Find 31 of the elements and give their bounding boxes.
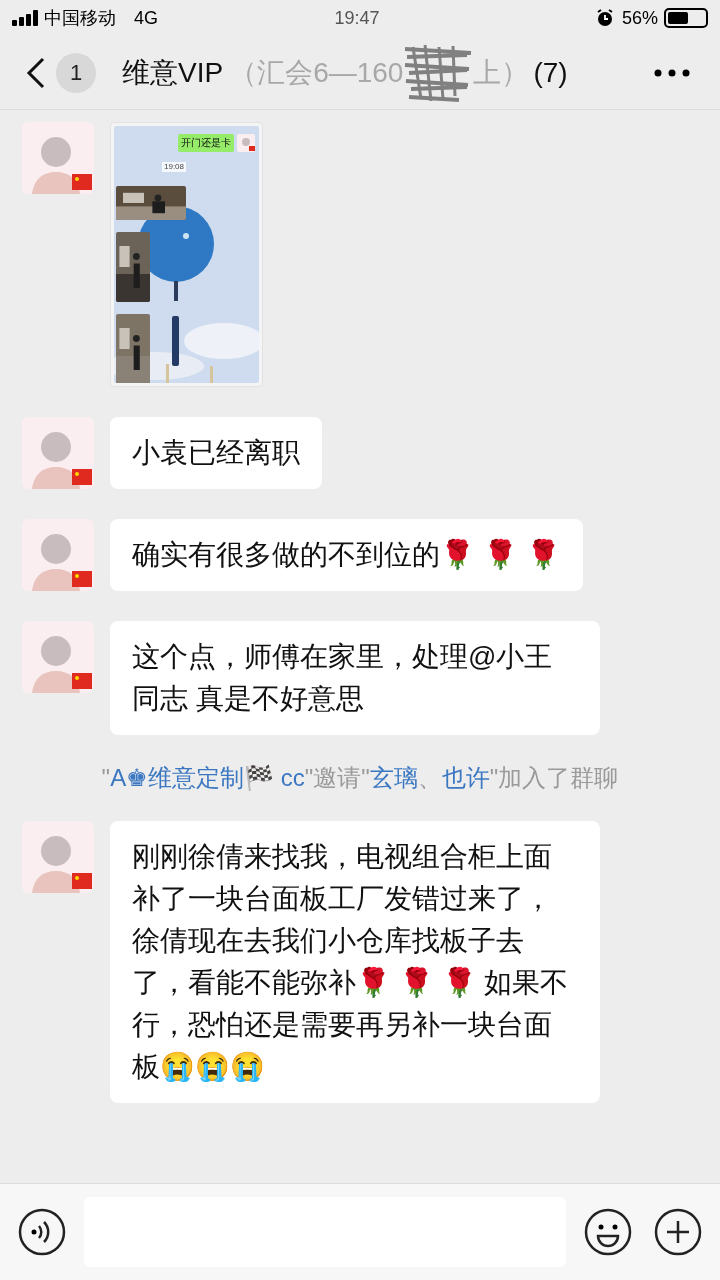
network-type: 4G <box>134 6 158 30</box>
avatar[interactable] <box>22 519 94 591</box>
member-name-link[interactable]: 玄璃 <box>369 764 418 791</box>
chat-title: 维意VIP <box>122 55 224 90</box>
chat-title-faded: （汇会6—160 <box>229 55 404 90</box>
more-icon[interactable] <box>654 68 690 77</box>
message-bubble: 刚刚徐倩来找我，电视组合柜上面补了一块台面板工厂发错过来了，徐倩现在去我们小仓库找板子去了，看能不能弥补🌹 🌹 🌹 如果不行，恐怕还是需要再另补一块台面板😭😭😭 <box>110 821 600 1103</box>
avatar[interactable] <box>22 122 94 194</box>
system-message: "A♚维意定制🏁 cc"邀请"玄璃、也许"加入了群聊 <box>101 763 619 793</box>
battery-icon <box>664 8 708 28</box>
alarm-icon <box>595 9 614 27</box>
clock-time: 19:47 <box>334 6 380 30</box>
avatar[interactable] <box>22 621 94 693</box>
chat-title-faded: 上） <box>473 55 530 90</box>
unread-badge[interactable]: 1 <box>56 52 96 93</box>
member-name-link[interactable]: A♚维意定制🏁 cc <box>110 764 305 791</box>
carrier-name: 中国移动 <box>44 6 116 30</box>
avatar[interactable] <box>22 821 94 893</box>
signal-icon <box>12 10 40 26</box>
plus-icon[interactable] <box>654 1208 702 1256</box>
back-icon[interactable] <box>26 56 46 89</box>
scribble-drawing <box>403 42 474 103</box>
member-name-link[interactable]: 也许 <box>441 764 490 791</box>
message-bubble: 确实有很多做的不到位的🌹 🌹 🌹 <box>110 519 583 591</box>
message-bubble: 小袁已经离职 <box>110 417 322 489</box>
member-count: (7) <box>533 55 568 90</box>
battery-percent: 56% <box>621 6 658 30</box>
emoji-icon[interactable] <box>584 1208 632 1256</box>
message-bubble: 这个点，师傅在家里，处理@小王同志 真是不好意思 <box>110 621 600 735</box>
avatar[interactable] <box>22 417 94 489</box>
voice-icon[interactable] <box>18 1208 66 1256</box>
